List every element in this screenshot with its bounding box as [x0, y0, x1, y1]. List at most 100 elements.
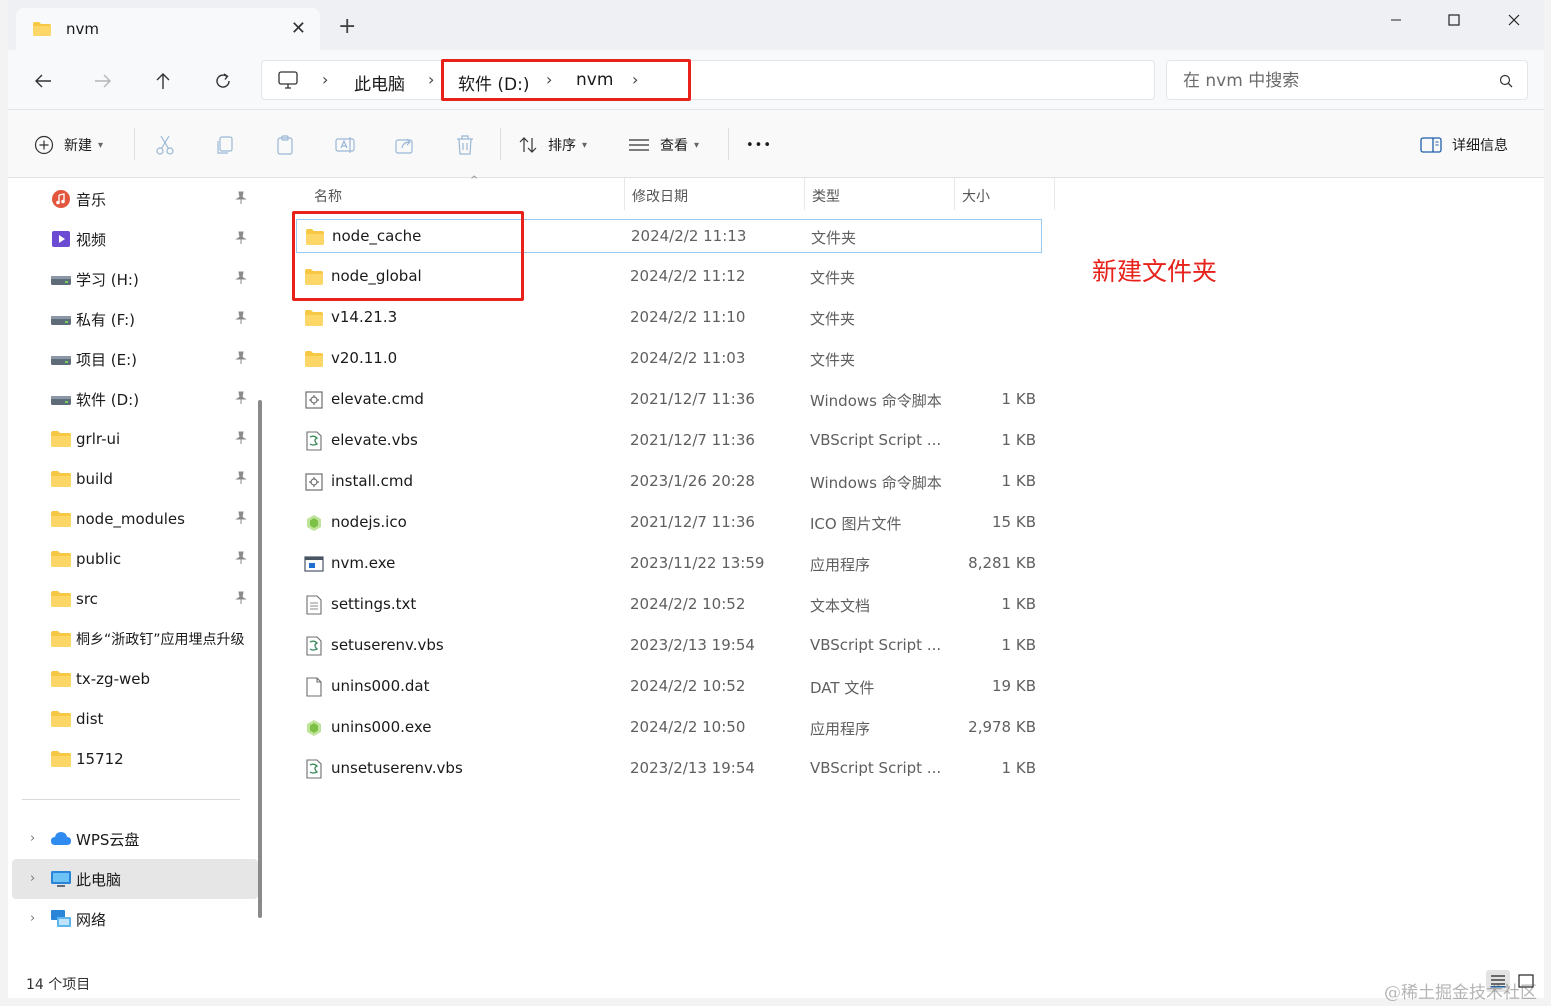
file-row[interactable]: v20.11.0 2024/2/2 11:03 文件夹: [296, 342, 1042, 376]
file-row[interactable]: nodejs.ico 2021/12/7 11:36 ICO 图片文件 15 K…: [296, 506, 1042, 540]
pin-icon[interactable]: [234, 511, 248, 525]
file-date: 2024/2/2 10:52: [630, 677, 746, 695]
pin-icon[interactable]: [234, 391, 248, 405]
sidebar-item-network[interactable]: › 网络: [12, 901, 258, 937]
sort-button[interactable]: 排序 ▾: [518, 132, 587, 158]
divider: [22, 799, 240, 800]
more-options-button[interactable]: •••: [746, 132, 772, 158]
pin-icon[interactable]: [234, 551, 248, 565]
search-box[interactable]: [1166, 60, 1528, 100]
sidebar-item-src[interactable]: src: [12, 581, 258, 617]
tab-nvm[interactable]: nvm ✕: [16, 8, 320, 50]
breadcrumb-this-pc[interactable]: 此电脑: [354, 70, 405, 95]
pin-icon[interactable]: [234, 351, 248, 365]
chevron-right-icon[interactable]: ›: [30, 831, 35, 846]
share-icon[interactable]: [394, 134, 416, 156]
pin-icon[interactable]: [234, 311, 248, 325]
sidebar-item-dist[interactable]: dist: [12, 701, 258, 737]
file-row[interactable]: unins000.dat 2024/2/2 10:52 DAT 文件 19 KB: [296, 670, 1042, 704]
chevron-right-icon[interactable]: ›: [30, 911, 35, 926]
file-date: 2023/2/13 19:54: [630, 759, 755, 777]
command-bar: 新建 ▾ 排序 ▾ 查看 ▾ ••• 详细信息: [8, 110, 1544, 178]
sidebar-item-public[interactable]: public: [12, 541, 258, 577]
exe-file-icon: [304, 556, 324, 572]
sidebar-item-wps-cloud[interactable]: › WPS云盘: [12, 821, 258, 857]
sidebar-item-drive-e[interactable]: 项目 (E:): [12, 341, 258, 377]
file-row[interactable]: nvm.exe 2023/11/22 13:59 应用程序 8,281 KB: [296, 547, 1042, 581]
sidebar-item-music[interactable]: 音乐: [12, 181, 258, 217]
sidebar-item-tongxiang[interactable]: 桐乡“浙政钉”应用埋点升级: [12, 621, 258, 657]
column-name[interactable]: 名称: [314, 186, 342, 206]
rename-icon[interactable]: [334, 134, 356, 156]
column-size[interactable]: 大小: [962, 186, 990, 206]
up-button[interactable]: [148, 66, 178, 96]
refresh-button[interactable]: [208, 66, 238, 96]
sidebar-item-videos[interactable]: 视频: [12, 221, 258, 257]
column-type[interactable]: 类型: [812, 186, 840, 206]
pin-icon[interactable]: [234, 591, 248, 605]
file-row[interactable]: v14.21.3 2024/2/2 11:10 文件夹: [296, 301, 1042, 335]
pin-icon[interactable]: [234, 431, 248, 445]
search-input[interactable]: [1183, 69, 1483, 93]
column-divider[interactable]: [954, 178, 955, 210]
breadcrumb-chevron-icon[interactable]: ›: [322, 70, 328, 89]
file-type: 文本文档: [810, 597, 871, 615]
sidebar-item-drive-d[interactable]: 软件 (D:): [12, 381, 258, 417]
file-type: Windows 命令脚本: [810, 392, 942, 410]
file-row[interactable]: unsetuserenv.vbs 2023/2/13 19:54 VBScrip…: [296, 752, 1042, 786]
file-type: VBScript Script ...: [810, 759, 942, 777]
sidebar-item-drive-h[interactable]: 学习 (H:): [12, 261, 258, 297]
cut-icon[interactable]: [154, 134, 176, 156]
file-row[interactable]: elevate.vbs 2021/12/7 11:36 VBScript Scr…: [296, 424, 1042, 458]
column-divider[interactable]: [624, 178, 625, 210]
forward-button[interactable]: [88, 66, 118, 96]
folder-icon: [51, 711, 71, 727]
close-window-button[interactable]: [1494, 8, 1534, 32]
sidebar-item-build[interactable]: build: [12, 461, 258, 497]
close-tab-icon[interactable]: ✕: [291, 18, 306, 39]
file-row[interactable]: setuserenv.vbs 2023/2/13 19:54 VBScript …: [296, 629, 1042, 663]
paste-icon[interactable]: [274, 134, 296, 156]
chevron-right-icon[interactable]: ›: [30, 871, 35, 886]
pin-icon[interactable]: [234, 191, 248, 205]
new-tab-button[interactable]: +: [338, 16, 356, 38]
view-button[interactable]: 查看 ▾: [628, 132, 699, 158]
explorer-window: nvm ✕ + › 此电脑 › 软件 (D:) › nvm › 在 nvm 中搜…: [8, 0, 1544, 998]
divider: [500, 128, 501, 160]
pin-icon[interactable]: [234, 231, 248, 245]
minimize-icon: [1391, 19, 1401, 21]
file-name: install.cmd: [331, 472, 414, 490]
sidebar-item-grlr-ui[interactable]: grlr-ui: [12, 421, 258, 457]
file-row[interactable]: settings.txt 2024/2/2 10:52 文本文档 1 KB: [296, 588, 1042, 622]
address-bar[interactable]: › 此电脑 › 软件 (D:) › nvm ›: [261, 60, 1155, 100]
sidebar-item-node-modules[interactable]: node_modules: [12, 501, 258, 537]
column-date[interactable]: 修改日期: [632, 186, 688, 206]
delete-icon[interactable]: [454, 134, 476, 156]
file-row[interactable]: unins000.exe 2024/2/2 10:50 应用程序 2,978 K…: [296, 711, 1042, 745]
view-list-icon: [629, 139, 649, 151]
back-button[interactable]: [28, 66, 58, 96]
file-date: 2021/12/7 11:36: [630, 390, 755, 408]
sidebar-item-tx-zg-web[interactable]: tx-zg-web: [12, 661, 258, 697]
file-row[interactable]: elevate.cmd 2021/12/7 11:36 Windows 命令脚本…: [296, 383, 1042, 417]
new-button[interactable]: 新建 ▾: [34, 132, 103, 158]
sidebar-scrollbar[interactable]: [258, 400, 262, 918]
sort-ascending-icon: ^: [470, 175, 479, 186]
sidebar-item-label: 桐乡“浙政钉”应用埋点升级: [76, 632, 245, 648]
breadcrumb-chevron-icon[interactable]: ›: [428, 70, 434, 89]
arrow-left-icon: [35, 74, 51, 88]
column-divider[interactable]: [1054, 178, 1055, 210]
sidebar-item-drive-f[interactable]: 私有 (F:): [12, 301, 258, 337]
pin-icon[interactable]: [234, 471, 248, 485]
column-divider[interactable]: [804, 178, 805, 210]
sidebar-item-this-pc[interactable]: › 此电脑: [12, 859, 258, 899]
sidebar-item-label: node_modules: [76, 510, 185, 528]
pin-icon[interactable]: [234, 271, 248, 285]
file-type: 文件夹: [810, 351, 856, 369]
details-pane-button[interactable]: 详细信息: [1420, 132, 1508, 158]
copy-icon[interactable]: [214, 134, 236, 156]
file-row[interactable]: install.cmd 2023/1/26 20:28 Windows 命令脚本…: [296, 465, 1042, 499]
maximize-button[interactable]: [1434, 8, 1474, 32]
minimize-button[interactable]: [1376, 8, 1416, 32]
sidebar-item-15712[interactable]: 15712: [12, 741, 258, 777]
